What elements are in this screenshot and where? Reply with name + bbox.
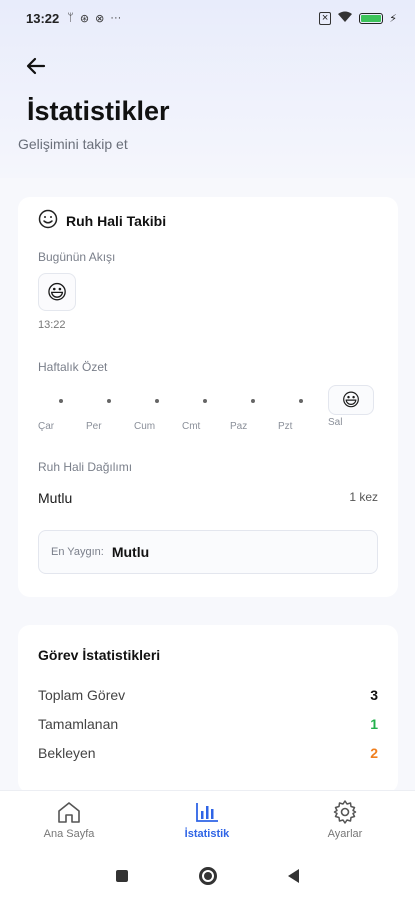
usb-icon: ᛘ — [67, 12, 74, 24]
battery-icon — [359, 12, 384, 24]
today-mood-entry[interactable]: 😃 — [38, 273, 76, 311]
wifi-icon — [337, 11, 353, 26]
most-common-label: En Yaygın: — [51, 546, 104, 558]
status-bar: 13:22 ᛘ ⊛ ⊗ ··· × ⚡ — [0, 0, 415, 36]
mood-card-title: Ruh Hali Takibi — [66, 213, 167, 229]
task-row-value: 3 — [370, 687, 378, 703]
task-row-total: Toplam Görev 3 — [38, 687, 378, 703]
home-button[interactable] — [197, 865, 219, 887]
empty-day-dot — [59, 399, 63, 403]
task-row-label: Toplam Görev — [38, 687, 126, 703]
week-day: Cmt — [182, 385, 228, 432]
mood-card-header: Ruh Hali Takibi — [38, 209, 166, 233]
task-row-value: 1 — [370, 716, 378, 732]
mood-tracking-card: Ruh Hali Takibi Bugünün Akışı 😃 13:22 Ha… — [18, 197, 398, 597]
week-day: Pzt — [278, 385, 324, 432]
week-day: Çar — [38, 385, 84, 432]
nav-label: Ayarlar — [327, 828, 363, 840]
today-flow-label: Bugünün Akışı — [38, 250, 116, 264]
week-day-label: Çar — [38, 421, 55, 432]
mood-distribution-label: Ruh Hali Dağılımı — [38, 460, 133, 474]
week-day-label: Cum — [134, 421, 156, 432]
recents-button[interactable] — [111, 865, 133, 887]
task-card-title: Görev İstatistikleri — [38, 647, 161, 663]
more-dots-icon: ··· — [110, 12, 122, 24]
gear-icon — [300, 799, 390, 825]
week-day-label: Per — [86, 421, 102, 432]
vpn-icon: ⊗ — [95, 12, 105, 25]
week-day: Per — [86, 385, 132, 432]
bar-chart-icon — [162, 799, 252, 825]
nav-label: Ana Sayfa — [43, 828, 95, 840]
mood-distribution-row: Mutlu 1 kez — [38, 490, 378, 506]
weekly-summary-label: Haftalık Özet — [38, 360, 108, 374]
location-icon: ⊛ — [79, 12, 90, 25]
week-day-label: Paz — [230, 421, 248, 432]
weekly-summary: Çar Per Cum Cmt Paz Pzt 😃 Sal — [38, 385, 378, 432]
charging-icon: ⚡ — [389, 12, 397, 25]
most-common-mood: En Yaygın: Mutlu — [38, 530, 378, 574]
page-subtitle: Gelişimini takip et — [18, 136, 128, 152]
empty-day-dot — [299, 399, 303, 403]
empty-day-dot — [107, 399, 111, 403]
square-icon — [115, 870, 128, 882]
task-row-pending: Bekleyen 2 — [38, 745, 378, 761]
task-stats-card: Görev İstatistikleri Toplam Görev 3 Tama… — [18, 625, 398, 793]
back-button[interactable] — [26, 56, 52, 80]
status-right: × ⚡ — [318, 11, 397, 26]
mood-name: Mutlu — [38, 490, 73, 506]
task-row-label: Bekleyen — [38, 745, 96, 761]
status-time: 13:22 — [26, 10, 60, 26]
week-day-label: Cmt — [182, 421, 201, 432]
week-day-label: Pzt — [278, 421, 293, 432]
task-row-value: 2 — [370, 745, 378, 761]
empty-day-dot — [203, 399, 207, 403]
empty-day-dot — [251, 399, 255, 403]
nav-label: İstatistik — [184, 828, 230, 840]
most-common-value: Mutlu — [111, 544, 150, 560]
week-day: Cum — [134, 385, 180, 432]
back-nav-button[interactable] — [283, 865, 305, 887]
empty-day-dot — [155, 399, 159, 403]
home-icon — [24, 799, 114, 825]
mood-emoji: 😃 — [46, 281, 68, 304]
mood-emoji: 😃 — [341, 389, 361, 410]
circle-icon — [198, 867, 217, 885]
nav-settings[interactable]: Ayarlar — [300, 799, 390, 840]
week-day-today[interactable]: 😃 Sal — [328, 385, 374, 431]
today-mood-time: 13:22 — [38, 319, 66, 331]
nav-home[interactable]: Ana Sayfa — [24, 799, 114, 840]
nav-statistics[interactable]: İstatistik — [162, 799, 252, 840]
page-title: İstatistikler — [27, 96, 170, 126]
arrow-left-icon — [26, 57, 46, 75]
week-day: Paz — [230, 385, 276, 432]
sim-off-icon: × — [318, 11, 332, 25]
task-row-label: Tamamlanan — [38, 716, 119, 732]
today-mood-badge: 😃 — [328, 385, 374, 415]
week-day-label: Sal — [328, 417, 343, 428]
triangle-back-icon — [288, 869, 299, 883]
status-icons: ᛘ ⊛ ⊗ ··· — [67, 12, 121, 25]
mood-count: 1 kez — [349, 490, 378, 504]
smiley-icon — [38, 209, 58, 233]
task-row-completed: Tamamlanan 1 — [38, 716, 378, 732]
bottom-navigation: Ana Sayfa İstatistik Ayarlar — [0, 790, 415, 852]
system-navigation-bar — [0, 852, 415, 900]
